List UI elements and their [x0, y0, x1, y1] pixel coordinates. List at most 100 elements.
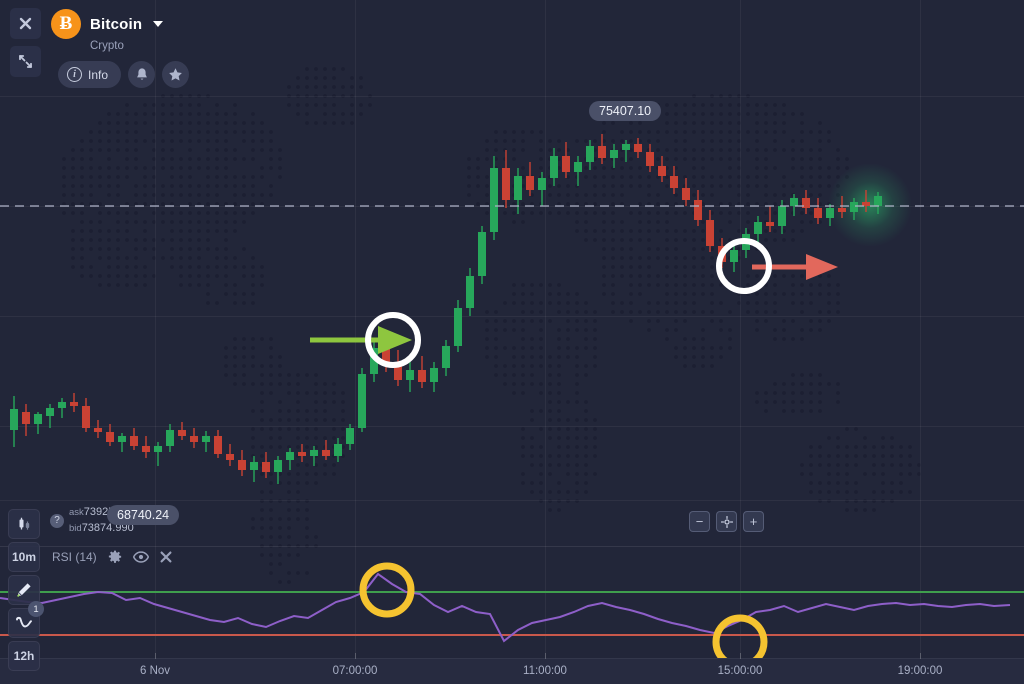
- time-axis-tick: [545, 653, 546, 659]
- current-price-label: 68740.24: [107, 505, 180, 525]
- time-axis-label: 11:00:00: [523, 665, 567, 677]
- range-button[interactable]: 12h: [8, 641, 40, 671]
- candle-body: [670, 176, 678, 188]
- candle-body: [538, 178, 546, 190]
- chart-header: Ƀ Bitcoin Crypto i Info: [0, 0, 199, 96]
- candle-body: [790, 198, 798, 206]
- candle-body: [46, 408, 54, 416]
- gear-icon: [108, 550, 121, 563]
- candle-body: [874, 196, 882, 206]
- candle-body: [826, 208, 834, 218]
- candle-body: [94, 428, 102, 432]
- candle-body: [466, 276, 474, 308]
- reset-zoom-button[interactable]: [716, 511, 737, 532]
- asset-info: Ƀ Bitcoin Crypto i Info: [51, 8, 190, 88]
- indicators-button[interactable]: 1: [8, 601, 44, 638]
- candle-body: [106, 432, 114, 442]
- candle-body: [634, 144, 642, 152]
- time-axis[interactable]: 6 Nov 07:00:00 11:00:00 15:00:00 19:00:00: [0, 653, 1024, 684]
- alerts-button[interactable]: [128, 61, 156, 88]
- current-price-glow: [828, 163, 912, 247]
- candle-body: [226, 454, 234, 460]
- favorite-button[interactable]: [162, 61, 190, 88]
- asset-category: Crypto: [90, 40, 124, 52]
- candle-body: [202, 436, 210, 442]
- time-axis-label: 15:00:00: [717, 665, 763, 677]
- time-axis-label: 6 Nov: [139, 665, 171, 677]
- indicator-visibility-button[interactable]: [132, 551, 149, 563]
- indicator-title: RSI (14): [52, 550, 97, 564]
- time-axis-tick: [355, 653, 356, 659]
- zoom-out-button[interactable]: −: [689, 511, 710, 532]
- close-icon: [19, 17, 32, 30]
- candle-body: [502, 168, 510, 200]
- candle-body: [178, 430, 186, 436]
- indicator-panel-divider: [0, 546, 1024, 547]
- world-map-background: [0, 0, 1024, 684]
- sell-signal-circle: [716, 238, 772, 294]
- ask-label: ask: [69, 507, 84, 518]
- candle-body: [286, 452, 294, 460]
- time-axis-label: 07:00:00: [332, 665, 378, 677]
- candle-body: [550, 156, 558, 178]
- close-icon: [160, 551, 172, 563]
- candle-body: [706, 220, 714, 246]
- rsi-line: [0, 572, 1011, 643]
- candle-body: [562, 156, 570, 172]
- candle-body: [370, 348, 378, 374]
- star-icon: [169, 68, 182, 81]
- candle-body: [730, 250, 738, 262]
- help-icon[interactable]: ?: [50, 513, 64, 528]
- candle-body: [586, 146, 594, 162]
- asset-selector[interactable]: Ƀ Bitcoin: [51, 9, 189, 39]
- candle-body: [646, 152, 654, 166]
- info-button[interactable]: i Info: [58, 61, 122, 88]
- bell-icon: [136, 68, 147, 80]
- candle-body: [10, 409, 18, 430]
- buy-signal-circle: [365, 312, 421, 368]
- chart-type-button[interactable]: [8, 509, 40, 539]
- candle-body: [154, 446, 162, 452]
- candle-body: [418, 370, 426, 382]
- collapse-icon: [19, 55, 32, 68]
- candle-body: [526, 176, 534, 190]
- indicators-count-badge: 1: [28, 601, 44, 617]
- candle-body: [214, 436, 222, 454]
- chart-gridlines: [0, 0, 1024, 684]
- candle-body: [610, 150, 618, 158]
- candle-body: [298, 452, 306, 456]
- candle-body: [682, 188, 690, 200]
- close-button[interactable]: [10, 8, 41, 39]
- time-axis-label: 19:00:00: [897, 665, 943, 677]
- candle-body: [838, 208, 846, 212]
- candle-body: [22, 412, 30, 424]
- candle-body: [142, 446, 150, 452]
- candle-body: [190, 436, 198, 442]
- candle-body: [238, 460, 246, 470]
- candle-body: [322, 450, 330, 456]
- candle-body: [454, 308, 462, 346]
- asset-actions: i Info: [58, 61, 190, 88]
- eye-icon: [132, 551, 149, 563]
- candle-body: [394, 366, 402, 380]
- candle-body: [598, 146, 606, 158]
- zoom-in-button[interactable]: +: [743, 511, 764, 532]
- high-price-label: 75407.10: [589, 101, 662, 121]
- collapse-button[interactable]: [10, 46, 41, 77]
- candle-body: [514, 176, 522, 200]
- candle-body: [346, 428, 354, 444]
- chevron-down-icon[interactable]: [153, 21, 164, 27]
- bitcoin-icon: Ƀ: [51, 9, 81, 39]
- chart-zoom-controls: − +: [689, 511, 764, 532]
- indicator-remove-button[interactable]: [160, 551, 172, 563]
- candle-body: [82, 406, 90, 428]
- candle-body: [766, 222, 774, 226]
- annotation-overlay: [0, 0, 1024, 684]
- price-chart: [0, 0, 1024, 684]
- timeframe-button[interactable]: 10m: [8, 542, 40, 572]
- bid-label: bid: [69, 522, 82, 534]
- candle-body: [58, 402, 66, 408]
- indicator-settings-button[interactable]: [108, 550, 122, 564]
- candle-body: [478, 232, 486, 276]
- candle-icon: [19, 517, 29, 530]
